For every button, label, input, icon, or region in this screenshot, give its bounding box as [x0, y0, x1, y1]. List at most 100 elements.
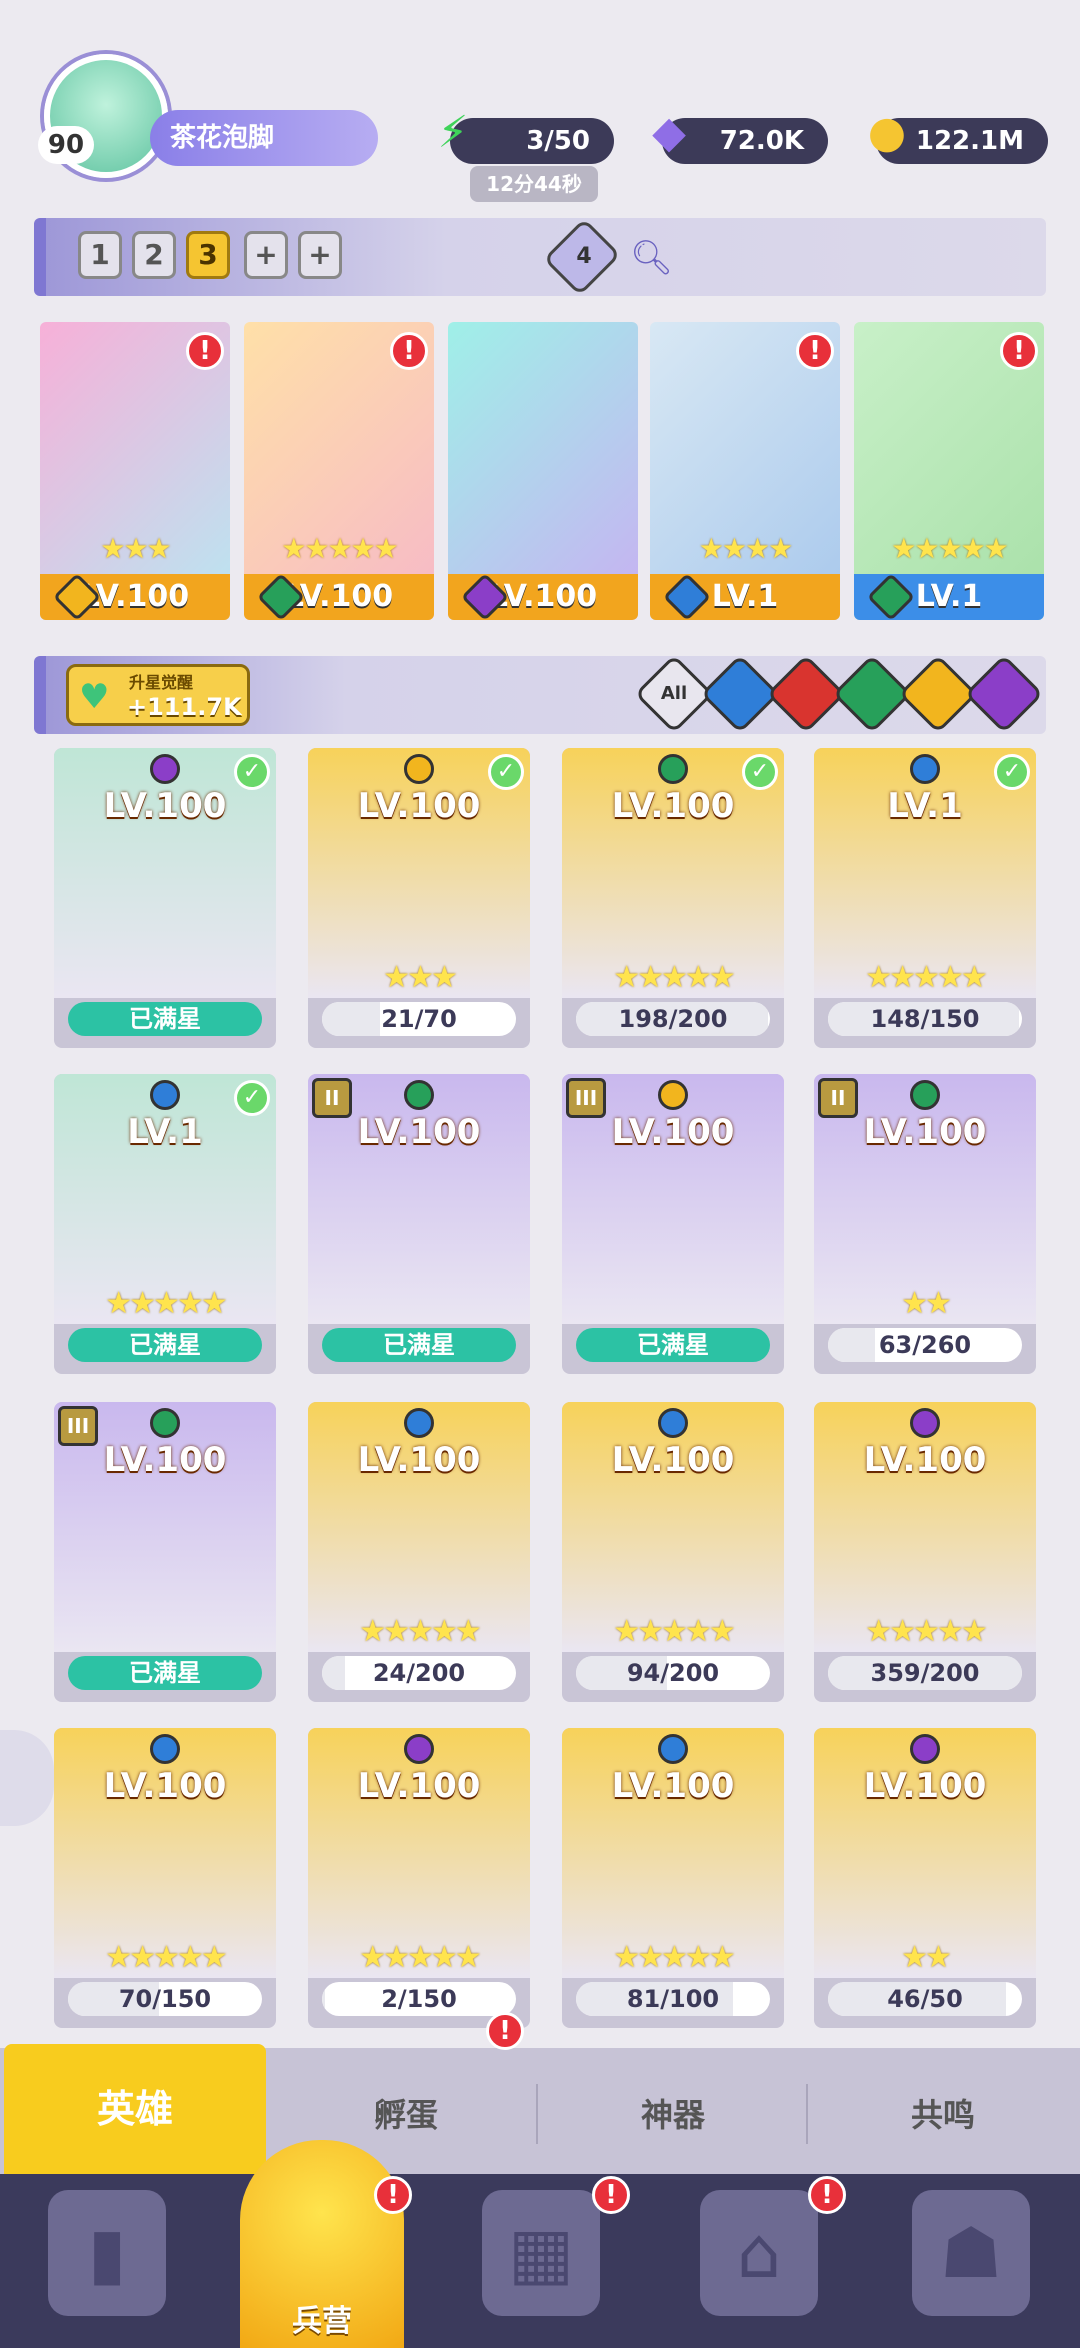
hero-card[interactable]: LV.100 已满星 III — [562, 1074, 784, 1374]
element-icon — [150, 1734, 180, 1764]
hero-stars: ★★★★★ — [613, 1940, 735, 1975]
team-hero-card[interactable]: LV.100 — [448, 322, 638, 620]
hero-progress-text: 148/150 — [870, 1005, 980, 1033]
cards-nav-icon[interactable]: ▮ — [48, 2190, 166, 2316]
hero-alert-icon: ! — [390, 332, 428, 370]
awaken-value: +111.7K — [127, 693, 242, 721]
player-name[interactable]: 茶花泡脚 — [150, 110, 378, 166]
heart-icon: ♥ — [79, 677, 110, 717]
hero-progress-text: 已满星 — [129, 1005, 201, 1033]
rank-badge: II — [312, 1078, 352, 1118]
awaken-button[interactable]: ♥ 升星觉醒 +111.7K — [66, 664, 250, 726]
hero-progress-text: 70/150 — [118, 1985, 212, 2013]
element-icon — [150, 1408, 180, 1438]
hero-card[interactable]: LV.100 ★★★ 21/70 ✓ — [308, 748, 530, 1048]
hero-card[interactable]: LV.100 ★★★★★ 70/150 — [54, 1728, 276, 2028]
team-tab-1[interactable]: 1 — [78, 231, 122, 279]
hero-card[interactable]: LV.100 已满星 ✓ — [54, 748, 276, 1048]
check-icon: ✓ — [994, 754, 1030, 790]
hero-progress-text: 63/260 — [878, 1331, 972, 1359]
hero-stars: ★★★★★ — [865, 1614, 987, 1649]
hero-progress-text: 24/200 — [372, 1659, 466, 1687]
barracks-nav-button[interactable]: 兵营 — [240, 2140, 404, 2348]
element-icon — [658, 1408, 688, 1438]
element-icon — [150, 754, 180, 784]
hero-stars: ★★★★★ — [105, 1940, 227, 1975]
hero-progress-bar: 21/70 — [322, 1002, 516, 1036]
hero-stars: ★★★ — [383, 960, 458, 995]
hero-stars: ★★★★★ — [613, 1614, 735, 1649]
check-icon: ✓ — [234, 754, 270, 790]
hero-progress-bar: 已满星 — [322, 1328, 516, 1362]
hero-stars: ★★ — [901, 1286, 952, 1321]
hero-card[interactable]: LV.100 ★★ 46/50 — [814, 1728, 1036, 2028]
hero-stars: ★★★★★ — [359, 1940, 481, 1975]
hero-card[interactable]: LV.100 ★★★★★ 198/200 ✓ — [562, 748, 784, 1048]
side-assistant-icon[interactable] — [0, 1730, 54, 1826]
energy-timer: 12分44秒 — [470, 166, 598, 202]
check-icon: ✓ — [488, 754, 524, 790]
hero-level: LV.100 — [611, 1440, 735, 1480]
tab-artifacts[interactable]: 神器 — [540, 2060, 806, 2170]
team-tab-2[interactable]: 2 — [132, 231, 176, 279]
hero-card[interactable]: LV.100 ★★★★★ 81/100 — [562, 1728, 784, 2028]
hero-progress-text: 已满星 — [383, 1331, 455, 1359]
tab-heroes[interactable]: 英雄 — [4, 2044, 266, 2174]
hero-card[interactable]: LV.100 已满星 III — [54, 1402, 276, 1702]
hero-progress-bar: 24/200 — [322, 1656, 516, 1690]
element-icon — [658, 754, 688, 784]
hero-card[interactable]: LV.100 ★★★★★ 359/200 — [814, 1402, 1036, 1702]
hero-progress-text: 94/200 — [626, 1659, 720, 1687]
progress-fill — [322, 1982, 325, 2016]
element-icon — [910, 754, 940, 784]
hero-progress-text: 已满星 — [129, 1331, 201, 1359]
element-icon — [658, 1734, 688, 1764]
element-icon — [404, 754, 434, 784]
hero-level: LV.100 — [611, 1766, 735, 1806]
hero-progress-text: 已满星 — [129, 1659, 201, 1687]
element-icon — [910, 1408, 940, 1438]
top-bar: 90 茶花泡脚 3/50 ⚡ 12分44秒 72.0K ◆ 122.1M ● — [0, 0, 1080, 202]
check-icon: ✓ — [742, 754, 778, 790]
hero-progress-bar: 46/50 — [828, 1982, 1022, 2016]
mushroom-nav-icon[interactable]: ☗ — [912, 2190, 1030, 2316]
hero-progress-bar: 已满星 — [68, 1002, 262, 1036]
hero-progress-bar: 63/260 — [828, 1328, 1022, 1362]
gem-icon: ◆ — [652, 107, 686, 158]
temple-nav-icon[interactable]: ⌂ — [700, 2190, 818, 2316]
awaken-label: 升星觉醒 — [129, 673, 194, 692]
search-icon[interactable]: 🔍︎ — [630, 238, 673, 278]
map-alert-icon: ! — [592, 2176, 630, 2214]
hero-progress-text: 2/150 — [381, 1985, 457, 2013]
coin-icon: ● — [867, 107, 907, 158]
hero-card[interactable]: LV.1 ★★★★★ 已满星 ✓ — [54, 1074, 276, 1374]
hero-card[interactable]: LV.100 ★★★★★ 24/200 — [308, 1402, 530, 1702]
hero-card[interactable]: LV.1 ★★★★★ 148/150 ✓ — [814, 748, 1036, 1048]
hero-progress-text: 198/200 — [618, 1005, 728, 1033]
hero-card[interactable]: LV.100 已满星 II — [308, 1074, 530, 1374]
hero-card[interactable]: LV.100 ★★★★★ 2/150 — [308, 1728, 530, 2028]
hero-card[interactable]: LV.100 ★★ 63/260 II — [814, 1074, 1036, 1374]
barracks-label: 兵营 — [292, 2304, 352, 2339]
map-nav-icon[interactable]: ▦ — [482, 2190, 600, 2316]
team-tab-3[interactable]: 3 — [186, 231, 230, 279]
tab-resonance[interactable]: 共鸣 — [810, 2060, 1076, 2170]
hero-stars: ★★★★★ — [613, 960, 735, 995]
hero-stars: ★★★★★ — [281, 532, 399, 565]
hero-stars: ★★★★ — [698, 532, 793, 565]
element-icon — [150, 1080, 180, 1110]
hero-progress-bar: 81/100 — [576, 1982, 770, 2016]
hero-progress-bar: 148/150 — [828, 1002, 1022, 1036]
team-slots-count: 4 — [576, 244, 592, 269]
team-tab-5[interactable]: + — [298, 231, 342, 279]
check-icon: ✓ — [234, 1080, 270, 1116]
hatch-alert-icon: ! — [486, 2012, 524, 2050]
hero-progress-bar: 198/200 — [576, 1002, 770, 1036]
team-tab-4[interactable]: + — [244, 231, 288, 279]
element-icon — [404, 1734, 434, 1764]
hero-level: LV.100 — [357, 786, 481, 826]
hero-card[interactable]: LV.100 ★★★★★ 94/200 — [562, 1402, 784, 1702]
hero-stars: ★★★★★ — [865, 960, 987, 995]
element-icon — [910, 1080, 940, 1110]
hero-level: LV.100 — [863, 1766, 987, 1806]
